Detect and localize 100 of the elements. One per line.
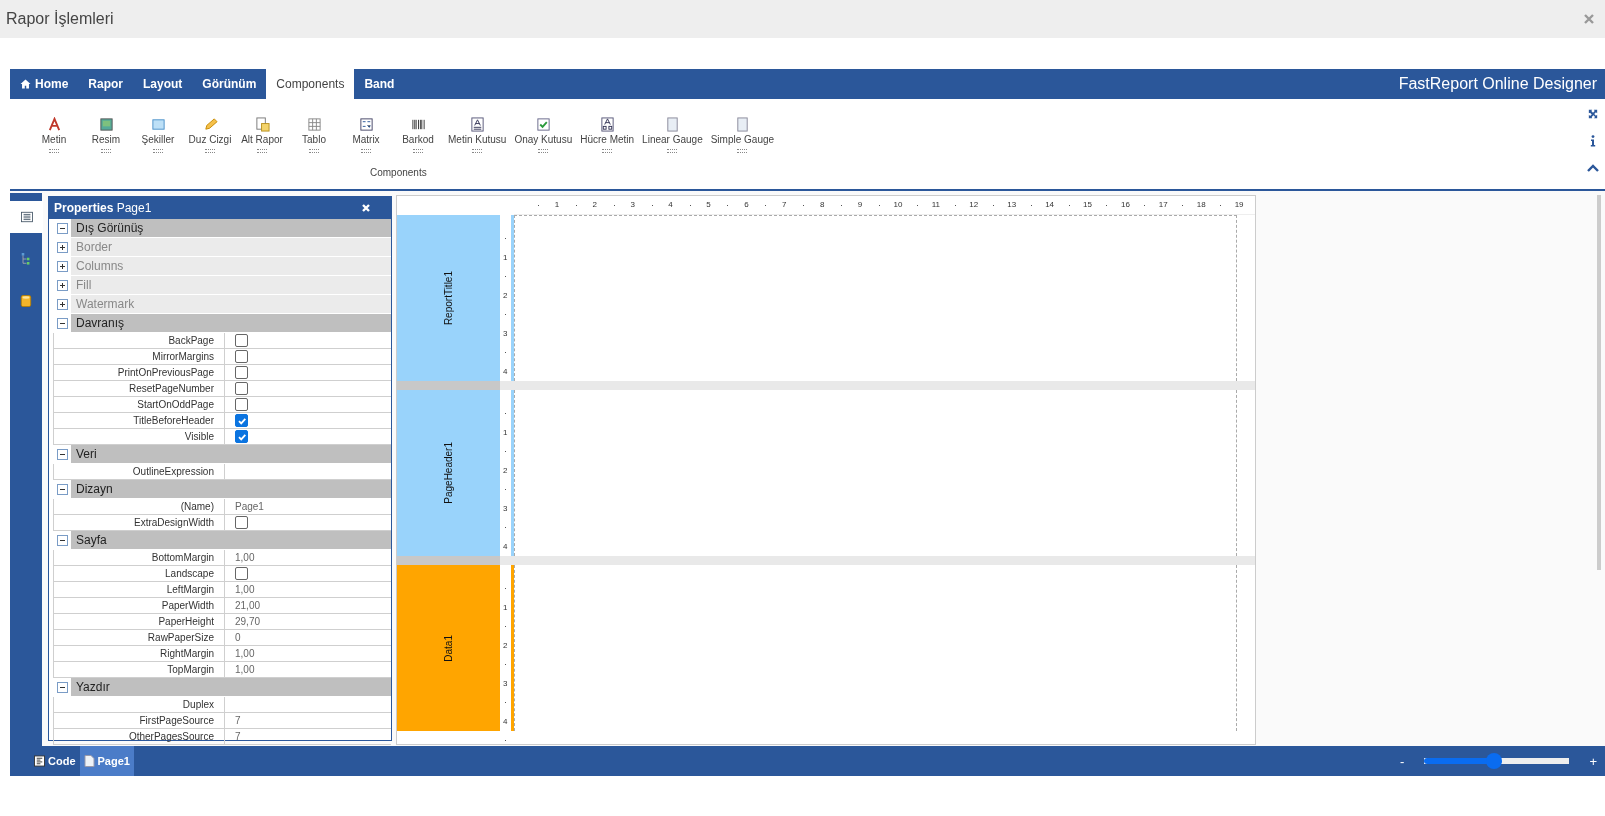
property-value[interactable]: 1,00 — [225, 582, 391, 597]
band-label[interactable]: PageHeader1 — [397, 390, 500, 556]
checkbox[interactable] — [235, 430, 248, 443]
ruler-number: 18 — [1196, 200, 1206, 209]
component-button[interactable]: Linear Gauge — [638, 117, 707, 153]
property-value[interactable]: 7 — [225, 729, 391, 744]
collapse-icon[interactable] — [56, 681, 68, 693]
ruler-number: 10 — [893, 200, 903, 209]
page-tab[interactable]: Page1 — [79, 746, 134, 776]
pencil-icon — [202, 117, 218, 132]
component-button[interactable]: Hücre Metin — [576, 117, 639, 153]
checkbox[interactable] — [235, 516, 248, 529]
property-value[interactable]: 1,00 — [225, 550, 391, 565]
rectangle-icon — [150, 117, 166, 132]
component-button[interactable]: Duz Cizgi — [184, 117, 236, 153]
component-button[interactable]: Resim — [80, 117, 132, 153]
checkbox[interactable] — [235, 334, 248, 347]
category-header[interactable]: Dış Görünüş — [71, 219, 391, 237]
zoom-out-button[interactable]: - — [1398, 753, 1407, 769]
property-value[interactable]: 1,00 — [225, 646, 391, 661]
collapse-icon[interactable] — [56, 483, 68, 495]
barcode-icon — [410, 117, 426, 132]
database-icon — [20, 295, 32, 307]
checkbox[interactable] — [235, 414, 248, 427]
band-label[interactable]: ReportTitle1 — [397, 215, 500, 381]
dropdown-dots-icon — [538, 149, 549, 153]
menu-tab[interactable]: Home — [10, 69, 79, 99]
checkbox[interactable] — [235, 382, 248, 395]
code-icon — [34, 755, 45, 767]
expand-icon[interactable] — [56, 298, 68, 310]
checkbox[interactable] — [235, 366, 248, 379]
page-tab[interactable]: Code — [30, 746, 80, 776]
category-header[interactable]: Dizayn — [71, 480, 391, 498]
component-button[interactable]: Simple Gauge — [706, 117, 779, 153]
component-button[interactable]: Matrix — [340, 117, 392, 153]
dropdown-dots-icon — [153, 149, 163, 153]
collapse-icon[interactable] — [56, 222, 68, 234]
property-name: StartOnOddPage — [54, 397, 225, 412]
collapse-icon[interactable] — [56, 534, 68, 546]
expand-icon[interactable] — [56, 279, 68, 291]
property-value[interactable]: 1,00 — [225, 662, 391, 677]
ruler-number: 19 — [1234, 200, 1244, 209]
scrollbar[interactable] — [1597, 195, 1601, 570]
info-icon[interactable] — [1590, 135, 1596, 147]
ruler-number: 3 — [503, 328, 508, 338]
fullscreen-icon[interactable] — [1587, 109, 1599, 119]
expand-icon[interactable] — [56, 241, 68, 253]
ruler-number: 1 — [554, 200, 560, 209]
ruler-number: 1 — [503, 602, 508, 612]
menu-tab[interactable]: Components — [266, 69, 355, 99]
menu-tab[interactable]: Görünüm — [192, 69, 267, 99]
ruler-number: 7 — [782, 200, 787, 209]
menu-tab[interactable]: Rapor — [78, 69, 133, 99]
ruler-number: 17 — [1158, 200, 1168, 209]
text-box-icon — [469, 117, 485, 132]
component-button[interactable]: Barkod — [392, 117, 444, 153]
menu-tab[interactable]: Layout — [133, 69, 193, 99]
property-name: Visible — [54, 429, 225, 444]
component-button[interactable]: Metin Kutusu — [444, 117, 511, 153]
property-value[interactable]: Page1 — [225, 499, 391, 514]
component-button[interactable]: Onay Kutusu — [510, 117, 577, 153]
component-button[interactable]: Şekiller — [132, 117, 184, 153]
check-icon — [236, 415, 247, 426]
dropdown-dots-icon — [602, 149, 613, 153]
cell-text-icon — [599, 117, 615, 132]
collapse-icon[interactable] — [56, 317, 68, 329]
property-value[interactable]: 29,70 — [225, 614, 391, 629]
category-header[interactable]: Veri — [71, 445, 391, 463]
slider-thumb[interactable] — [1486, 753, 1502, 769]
zoom-in-button[interactable]: + — [1587, 753, 1599, 769]
property-name: TitleBeforeHeader — [54, 413, 225, 428]
component-button[interactable]: Metin — [28, 117, 80, 153]
checkbox[interactable] — [235, 567, 248, 580]
menu-tab[interactable]: Band — [354, 69, 405, 99]
property-name: RightMargin — [54, 646, 225, 661]
property-value[interactable]: 7 — [225, 713, 391, 728]
ruler-number: 1 — [503, 252, 508, 262]
ruler-number: 5 — [706, 200, 711, 209]
property-name: MirrorMargins — [54, 349, 225, 364]
panel-title: Properties Page1 — [54, 201, 152, 215]
page-icon — [83, 755, 95, 767]
property-value[interactable]: 0 — [225, 630, 391, 645]
component-button[interactable]: Tablo — [288, 117, 340, 153]
checkbox[interactable] — [235, 398, 248, 411]
category-header[interactable]: Sayfa — [71, 531, 391, 549]
side-tab[interactable] — [10, 201, 43, 233]
category-header[interactable]: Yazdır — [71, 678, 391, 696]
dropdown-dots-icon — [205, 149, 215, 153]
component-button[interactable]: Alt Rapor — [236, 117, 288, 153]
ruler-number: 13 — [1007, 200, 1017, 209]
property-value[interactable]: 21,00 — [225, 598, 391, 613]
checkbox[interactable] — [235, 350, 248, 363]
property-name: ResetPageNumber — [54, 381, 225, 396]
expand-icon[interactable] — [56, 260, 68, 272]
category-header[interactable]: Davranış — [71, 314, 391, 332]
chevron-up-icon[interactable] — [1587, 163, 1599, 173]
property-name: PaperWidth — [54, 598, 225, 613]
band-label[interactable]: Data1 — [397, 565, 500, 731]
ruler-number: 2 — [592, 200, 597, 209]
collapse-icon[interactable] — [56, 448, 68, 460]
